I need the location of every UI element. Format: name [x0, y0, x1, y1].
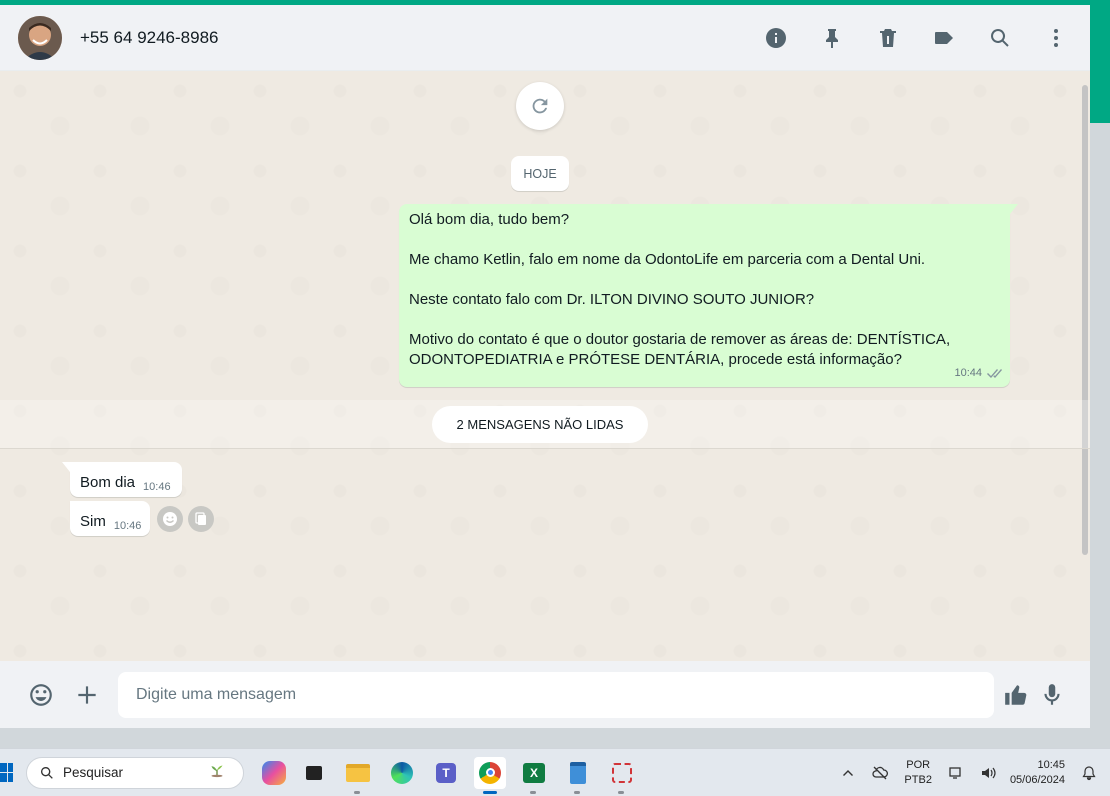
chevron-up-icon[interactable] — [839, 764, 857, 782]
task-view-app[interactable] — [298, 757, 330, 789]
side-gray-strip — [1090, 123, 1110, 728]
thumbs-up-icon[interactable] — [1002, 681, 1030, 709]
chat-panel[interactable]: HOJE Olá bom dia, tudo bem? Me chamo Ket… — [0, 71, 1090, 661]
attach-plus-icon[interactable] — [73, 681, 101, 709]
network-icon[interactable] — [947, 764, 965, 782]
scrollbar[interactable] — [1082, 85, 1088, 555]
message-input[interactable] — [118, 671, 994, 718]
taskbar-apps: T X — [256, 756, 644, 794]
double-check-icon — [987, 368, 1002, 378]
search-icon — [41, 766, 53, 779]
copy-icon — [195, 512, 206, 525]
search-icon[interactable] — [988, 26, 1012, 50]
chrome-app[interactable] — [474, 756, 506, 794]
message-paragraph: Me chamo Ketlin, falo em nome da OdontoL… — [409, 251, 926, 268]
side-accent-strip — [1090, 5, 1110, 123]
notepad-app[interactable] — [562, 757, 594, 794]
message-meta: 10:44 — [954, 363, 1002, 383]
delete-icon[interactable] — [876, 26, 900, 50]
cloud-offline-icon[interactable] — [871, 764, 889, 782]
notification-bell-icon[interactable] — [1080, 764, 1098, 782]
avatar[interactable] — [18, 15, 62, 60]
clock-date: 05/06/2024 — [1009, 774, 1065, 786]
system-tray: POR PTB2 10:45 05/06/2024 — [832, 749, 1110, 796]
incoming-message[interactable]: Sim 10:46 — [70, 501, 150, 536]
chat-header: +55 64 9246-8986 — [0, 5, 1090, 71]
menu-icon[interactable] — [1044, 26, 1068, 50]
volume-icon[interactable] — [979, 764, 997, 782]
avatar-image — [18, 15, 62, 60]
refresh-icon — [532, 98, 548, 114]
microphone-icon[interactable] — [1038, 681, 1066, 709]
message-text: Bom dia — [80, 474, 136, 491]
message-time: 10:44 — [954, 367, 982, 379]
emoji-icon[interactable] — [27, 681, 55, 709]
snipping-tool-app[interactable] — [606, 757, 638, 794]
taskbar-search[interactable]: Pesquisar — [26, 756, 244, 789]
search-label: Pesquisar — [63, 765, 124, 780]
input-language[interactable]: POR PTB2 — [904, 758, 932, 788]
message-paragraph: Motivo do contato é que o doutor gostari… — [409, 331, 951, 368]
contact-name[interactable]: +55 64 9246-8986 — [80, 28, 219, 48]
composer-bar — [0, 661, 1090, 728]
load-older-button[interactable] — [516, 82, 564, 130]
message-paragraph: Neste contato falo com Dr. ILTON DIVINO … — [409, 291, 815, 308]
teams-app[interactable]: T — [430, 757, 462, 789]
windows-taskbar: Pesquisar T X POR PTB2 10:45 05/06/2024 — [0, 748, 1110, 796]
message-time: 10:46 — [113, 520, 142, 532]
lang-line1: POR — [906, 759, 931, 771]
info-icon[interactable] — [764, 26, 788, 50]
message-paragraph: Olá bom dia, tudo bem? — [409, 211, 570, 228]
file-explorer-app[interactable] — [342, 757, 374, 794]
whatsapp-app: +55 64 9246-8986 HOJE Olá bom dia, tudo … — [0, 5, 1090, 728]
start-button[interactable] — [0, 762, 16, 783]
lang-line2: PTB2 — [904, 774, 932, 786]
plant-icon — [211, 764, 223, 777]
edge-app[interactable] — [386, 757, 418, 789]
excel-app[interactable]: X — [518, 757, 550, 794]
clock[interactable]: 10:45 05/06/2024 — [1010, 758, 1065, 788]
incoming-message[interactable]: Bom dia 10:46 — [62, 462, 182, 497]
smiley-icon — [163, 512, 177, 526]
message-text: Sim — [80, 513, 106, 530]
label-icon[interactable] — [932, 26, 956, 50]
react-button[interactable] — [157, 506, 183, 532]
clock-time: 10:45 — [1037, 759, 1065, 771]
pin-icon[interactable] — [820, 26, 844, 50]
unread-messages-chip: 2 MENSAGENS NÃO LIDAS — [432, 406, 648, 443]
message-time: 10:46 — [143, 481, 171, 493]
copy-button[interactable] — [188, 506, 214, 532]
date-chip: HOJE — [511, 156, 569, 191]
header-actions — [732, 26, 1068, 50]
outgoing-message[interactable]: Olá bom dia, tudo bem? Me chamo Ketlin, … — [399, 204, 1018, 387]
copilot-app[interactable] — [262, 760, 286, 785]
